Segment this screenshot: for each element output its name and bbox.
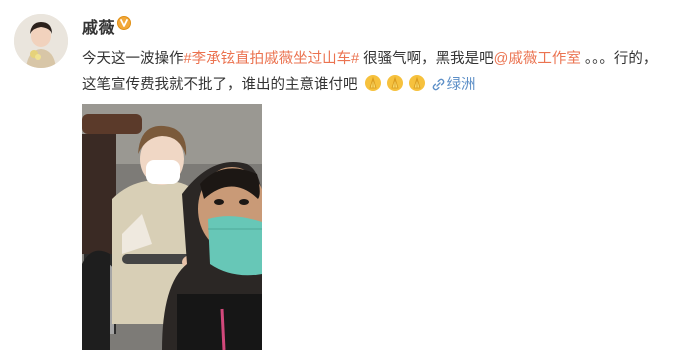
post-text-intro: 今天这一波操作 <box>82 51 184 67</box>
photo-image <box>82 104 262 350</box>
post-photo[interactable] <box>82 104 262 350</box>
post-text-mid: 很骚气啊，黑我是吧 <box>359 51 494 67</box>
post-text-line2: 这笔宣传费我就不批了，谁出的主意谁付吧 <box>82 77 358 93</box>
avatar-image <box>14 14 68 68</box>
hashtag-link[interactable]: #李承铉直拍戚薇坐过山车# <box>184 51 360 67</box>
pray-emoji <box>364 74 382 92</box>
pray-emoji <box>386 74 404 92</box>
link-icon <box>432 74 445 100</box>
verified-badge-icon <box>117 16 131 30</box>
author-name[interactable]: 戚薇 <box>82 14 115 38</box>
post-text: 今天这一波操作#李承铉直拍戚薇坐过山车# 很骚气啊，黑我是吧@戚薇工作室 。。。… <box>82 46 692 100</box>
location-label: 绿洲 <box>446 77 476 93</box>
pray-emoji <box>408 74 426 92</box>
avatar[interactable] <box>14 14 68 68</box>
mention-link[interactable]: @戚薇工作室 <box>494 51 581 67</box>
post-text-after-mention: 。。。行的， <box>580 51 658 67</box>
location-link[interactable]: 绿洲 <box>432 77 476 93</box>
